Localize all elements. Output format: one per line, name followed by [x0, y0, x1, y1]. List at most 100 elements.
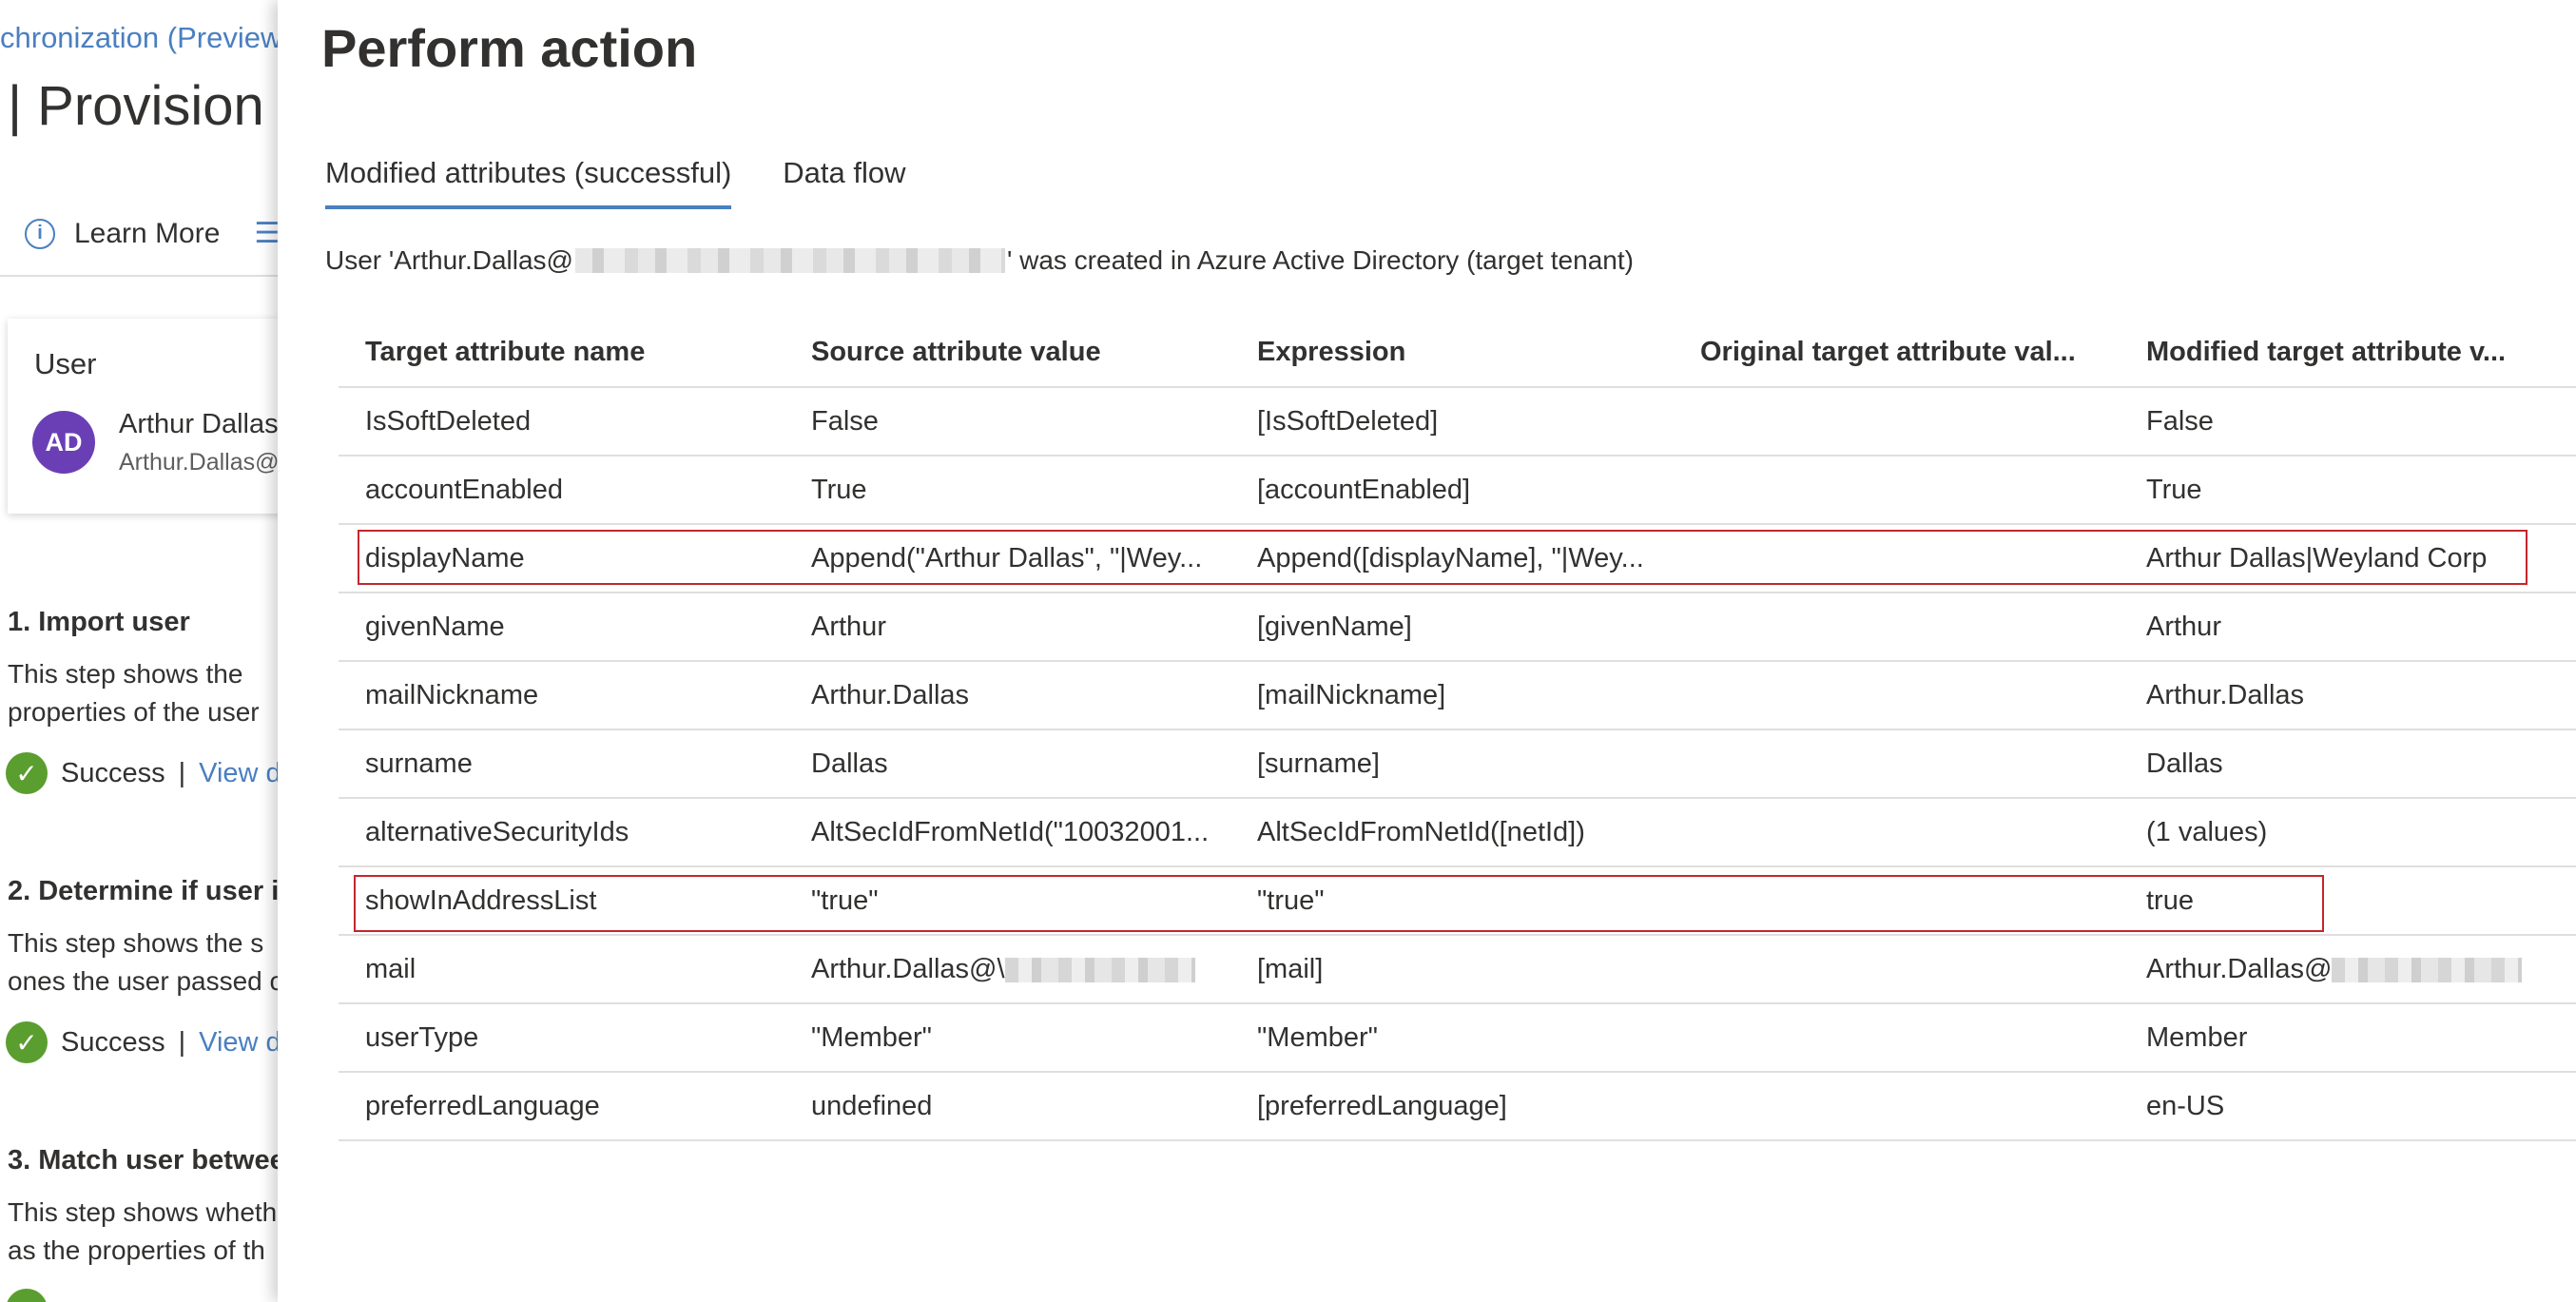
step-status: ✓ Success | View de — [6, 1021, 285, 1063]
column-header[interactable]: Source attribute value — [784, 318, 1230, 388]
table-row[interactable]: givenName Arthur [givenName] Arthur — [339, 593, 2576, 662]
cell-expression: [surname] — [1230, 729, 1674, 799]
cell-expression: [mailNickname] — [1230, 661, 1674, 730]
view-details-link[interactable]: View de — [199, 1027, 285, 1059]
toolbar-divider — [0, 275, 285, 277]
table-row[interactable]: displayName Append("Arthur Dallas", "|We… — [339, 524, 2576, 593]
user-card-label: User — [34, 347, 97, 380]
cell-source-value: undefined — [784, 1072, 1230, 1141]
user-card: User AD Arthur Dallas Arthur.Dallas@W — [8, 319, 285, 514]
step-heading: 1. Import user — [8, 607, 190, 637]
view-details-link[interactable]: View de — [199, 758, 285, 789]
success-check-icon: ✓ — [6, 752, 48, 794]
cell-source-value: "Member" — [784, 1003, 1230, 1073]
cell-modified-value: true — [2120, 866, 2576, 936]
checklist-icon[interactable]: ☰ — [254, 217, 280, 250]
cell-source-value: Arthur — [784, 593, 1230, 662]
tab-data-flow[interactable]: Data flow — [783, 156, 905, 209]
cell-original-value — [1674, 456, 2120, 525]
cell-expression: "Member" — [1230, 1003, 1674, 1073]
cell-modified-value: en-US — [2120, 1072, 2576, 1141]
table-row[interactable]: preferredLanguage undefined [preferredLa… — [339, 1072, 2576, 1141]
cell-modified-value: Dallas — [2120, 729, 2576, 799]
cell-original-value — [1674, 1003, 2120, 1073]
toolbar: i Learn More ☰ — [25, 217, 280, 250]
cell-modified-value: Member — [2120, 1003, 2576, 1073]
column-header[interactable]: Target attribute name — [339, 318, 784, 388]
cell-modified-value: Arthur Dallas|Weyland Corp — [2120, 524, 2576, 593]
table-row[interactable]: showInAddressList "true" "true" true — [339, 866, 2576, 936]
column-header[interactable]: Modified target attribute v... — [2120, 318, 2576, 388]
step-heading: 3. Match user betwee — [8, 1145, 285, 1176]
cell-attribute-name: alternativeSecurityIds — [339, 798, 784, 867]
tab-modified-attributes[interactable]: Modified attributes (successful) — [325, 156, 732, 209]
panel-title: Perform action — [321, 18, 698, 78]
cell-modified-value: Arthur — [2120, 593, 2576, 662]
cell-expression: [givenName] — [1230, 593, 1674, 662]
cell-attribute-name: accountEnabled — [339, 456, 784, 525]
cell-source-value: Dallas — [784, 729, 1230, 799]
step-determine-scope: 2. Determine if user is This step shows … — [6, 876, 285, 1063]
cell-expression: "true" — [1230, 866, 1674, 936]
user-name: Arthur Dallas — [119, 409, 279, 439]
cell-attribute-name: preferredLanguage — [339, 1072, 784, 1141]
background-page: chronization (Preview | Provision o i Le… — [0, 0, 285, 1302]
avatar: AD — [32, 411, 95, 474]
table-row[interactable]: userType "Member" "Member" Member — [339, 1003, 2576, 1073]
cell-source-value: Append("Arthur Dallas", "|Wey... — [784, 524, 1230, 593]
cell-original-value — [1674, 387, 2120, 457]
cell-attribute-name: displayName — [339, 524, 784, 593]
step-description: This step shows the properties of the use… — [8, 659, 260, 727]
cell-source-value: Arthur.Dallas@\ — [784, 935, 1230, 1004]
table-row[interactable]: alternativeSecurityIds AltSecIdFromNetId… — [339, 798, 2576, 867]
cell-source-value: "true" — [784, 866, 1230, 936]
cell-expression: AltSecIdFromNetId([netId]) — [1230, 798, 1674, 867]
user-email: Arthur.Dallas@W — [119, 449, 285, 476]
cell-attribute-name: mailNickname — [339, 661, 784, 730]
cell-expression: [preferredLanguage] — [1230, 1072, 1674, 1141]
table-header-row: Target attribute name Source attribute v… — [339, 318, 2576, 388]
message-suffix: ' was created in Azure Active Directory … — [1006, 245, 1634, 275]
success-check-icon: ✓ — [6, 1021, 48, 1063]
cell-original-value — [1674, 935, 2120, 1004]
cell-attribute-name: surname — [339, 729, 784, 799]
table-row[interactable]: surname Dallas [surname] Dallas — [339, 729, 2576, 799]
cell-attribute-name: showInAddressList — [339, 866, 784, 936]
column-header[interactable]: Original target attribute val... — [1674, 318, 2120, 388]
page-title: | Provision o — [8, 75, 285, 137]
cell-attribute-name: userType — [339, 1003, 784, 1073]
step-status: ✓ Success | View de — [6, 752, 285, 794]
breadcrumb[interactable]: chronization (Preview — [0, 21, 281, 55]
status-text: Success — [61, 1026, 165, 1058]
cell-attribute-name: mail — [339, 935, 784, 1004]
status-text: Success — [61, 757, 165, 788]
cell-original-value — [1674, 798, 2120, 867]
cell-original-value — [1674, 661, 2120, 730]
cell-modified-value: True — [2120, 456, 2576, 525]
column-header[interactable]: Expression — [1230, 318, 1674, 388]
table-row[interactable]: accountEnabled True [accountEnabled] Tru… — [339, 456, 2576, 525]
result-message: User 'Arthur.Dallas@ ' was created in Az… — [325, 245, 1634, 276]
step-description: This step shows wheth as the properties o… — [8, 1197, 278, 1265]
message-prefix: User 'Arthur.Dallas@ — [325, 245, 573, 275]
cell-expression: [IsSoftDeleted] — [1230, 387, 1674, 457]
cell-original-value — [1674, 524, 2120, 593]
attributes-table: Target attribute name Source attribute v… — [339, 318, 2576, 1141]
cell-source-value: False — [784, 387, 1230, 457]
step-import-user: 1. Import user This step shows the proper… — [6, 607, 285, 794]
cell-source-value: True — [784, 456, 1230, 525]
table-row[interactable]: mailNickname Arthur.Dallas [mailNickname… — [339, 661, 2576, 730]
table-row[interactable]: mail Arthur.Dallas@\ [mail] Arthur.Dalla… — [339, 935, 2576, 1004]
cell-original-value — [1674, 593, 2120, 662]
cell-expression: Append([displayName], "|Wey... — [1230, 524, 1674, 593]
success-check-icon — [6, 1289, 48, 1302]
cell-original-value — [1674, 866, 2120, 936]
cell-source-value: AltSecIdFromNetId("10032001... — [784, 798, 1230, 867]
cell-modified-value: Arthur.Dallas@ — [2120, 935, 2576, 1004]
learn-more-button[interactable]: Learn More — [74, 218, 220, 250]
table-row[interactable]: IsSoftDeleted False [IsSoftDeleted] Fals… — [339, 387, 2576, 457]
cell-modified-value: Arthur.Dallas — [2120, 661, 2576, 730]
redacted-domain — [2332, 957, 2523, 982]
info-icon[interactable]: i — [25, 218, 55, 249]
cell-modified-value: (1 values) — [2120, 798, 2576, 867]
